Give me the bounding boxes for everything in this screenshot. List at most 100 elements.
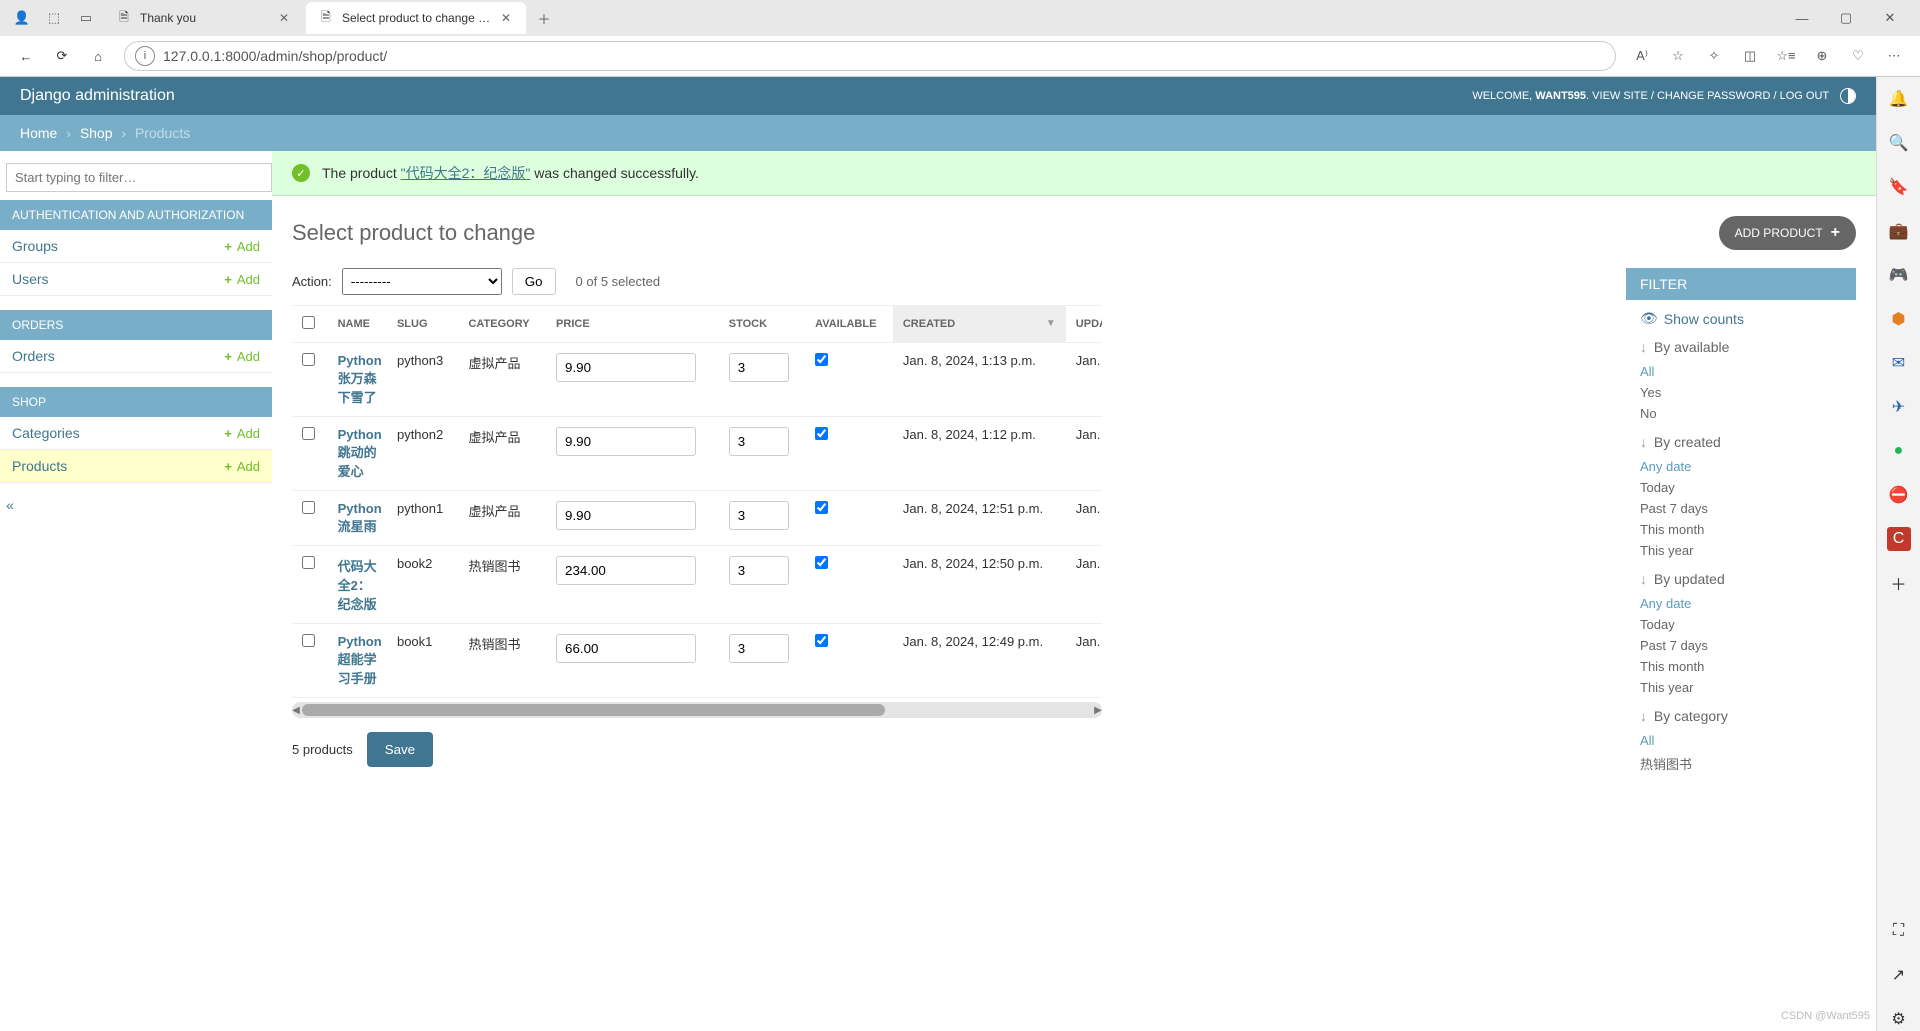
column-header[interactable]: SLUG (387, 306, 459, 343)
add-product-button[interactable]: ADD PRODUCT + (1719, 216, 1856, 250)
tab-django-admin[interactable]: 🗎 Select product to change | Djang ✕ (306, 2, 526, 34)
filter-option[interactable]: All (1640, 733, 1654, 748)
price-input[interactable] (556, 353, 696, 382)
filter-option[interactable]: This month (1640, 659, 1704, 674)
favorites-bar-icon[interactable]: ☆≡ (1768, 38, 1804, 74)
spotify-icon[interactable]: ● (1887, 439, 1911, 463)
price-input[interactable] (556, 556, 696, 585)
office-icon[interactable]: ⬢ (1887, 307, 1911, 331)
settings-icon[interactable]: ⚙ (1887, 1007, 1911, 1031)
tools-icon[interactable]: 💼 (1887, 219, 1911, 243)
product-link[interactable]: Python张万森下雪了 (338, 353, 382, 405)
stock-input[interactable] (729, 353, 789, 382)
column-header[interactable]: STOCK (719, 306, 805, 343)
available-checkbox[interactable] (815, 501, 828, 514)
available-checkbox[interactable] (815, 556, 828, 569)
outlook-icon[interactable]: ✉ (1887, 351, 1911, 375)
filter-group-title[interactable]: ↓ By available (1640, 339, 1842, 355)
add-link[interactable]: + Add (224, 426, 260, 441)
filter-option[interactable]: No (1640, 406, 1657, 421)
stock-input[interactable] (729, 634, 789, 663)
filter-option[interactable]: This year (1640, 543, 1693, 558)
price-input[interactable] (556, 634, 696, 663)
app-caption[interactable]: ORDERS (0, 310, 272, 340)
add-link[interactable]: + Add (224, 349, 260, 364)
stock-input[interactable] (729, 427, 789, 456)
filter-option[interactable]: This year (1640, 680, 1693, 695)
stock-input[interactable] (729, 501, 789, 530)
horizontal-scrollbar[interactable]: ◀ ▶ (292, 702, 1102, 718)
back-button[interactable]: ← (8, 38, 44, 74)
model-link[interactable]: Categories (12, 425, 80, 441)
column-header[interactable] (292, 306, 328, 343)
logout-link[interactable]: LOG OUT (1780, 90, 1829, 102)
select-all-checkbox[interactable] (302, 316, 315, 329)
browser-essentials-icon[interactable]: ♡ (1840, 38, 1876, 74)
price-input[interactable] (556, 501, 696, 530)
price-input[interactable] (556, 427, 696, 456)
available-checkbox[interactable] (815, 427, 828, 440)
tab-thank-you[interactable]: 🗎 Thank you ✕ (104, 2, 304, 34)
view-site-link[interactable]: VIEW SITE (1592, 90, 1648, 102)
column-header[interactable]: AVAILABLE (805, 306, 893, 343)
model-link[interactable]: Products (12, 458, 67, 474)
filter-option[interactable]: Any date (1640, 459, 1691, 474)
product-link[interactable]: Python跳动的爱心 (338, 427, 382, 479)
column-header[interactable]: UPDATED (1066, 306, 1102, 343)
model-link[interactable]: Groups (12, 238, 58, 254)
breadcrumb-home[interactable]: Home (20, 125, 57, 141)
product-link[interactable]: 代码大全2：纪念版 (338, 559, 377, 612)
share-icon[interactable]: ↗ (1887, 963, 1911, 987)
profile-icon[interactable]: 👤 (8, 4, 36, 32)
sidebar-collapse-button[interactable]: « (0, 497, 20, 513)
model-link[interactable]: Users (12, 271, 49, 287)
screenshot-icon[interactable]: ⛶ (1887, 919, 1911, 943)
app-caption[interactable]: AUTHENTICATION AND AUTHORIZATION (0, 200, 272, 230)
shopping-icon[interactable]: 🔖 (1887, 175, 1911, 199)
filter-option[interactable]: Past 7 days (1640, 501, 1708, 516)
show-counts-link[interactable]: 👁 Show counts (1640, 310, 1842, 327)
model-link[interactable]: Orders (12, 348, 55, 364)
notifications-icon[interactable]: 🔔 (1887, 87, 1911, 111)
close-icon[interactable]: ✕ (498, 10, 514, 26)
row-checkbox[interactable] (302, 501, 315, 514)
games-icon[interactable]: 🎮 (1887, 263, 1911, 287)
favorite-icon[interactable]: ☆ (1660, 38, 1696, 74)
app-caption[interactable]: SHOP (0, 387, 272, 417)
save-button[interactable]: Save (367, 732, 433, 767)
add-sidebar-icon[interactable]: ＋ (1887, 571, 1911, 595)
scrollbar-thumb[interactable] (302, 704, 885, 716)
site-info-icon[interactable]: i (135, 46, 155, 66)
extensions-icon[interactable]: ✧ (1696, 38, 1732, 74)
filter-group-title[interactable]: ↓ By category (1640, 708, 1842, 724)
app-c-icon[interactable]: C (1887, 527, 1911, 551)
tab-actions-icon[interactable]: ▭ (72, 4, 100, 32)
product-link[interactable]: Python流星雨 (338, 501, 382, 534)
column-header[interactable]: CATEGORY (458, 306, 546, 343)
send-icon[interactable]: ✈ (1887, 395, 1911, 419)
go-button[interactable]: Go (512, 268, 556, 295)
filter-option[interactable]: All (1640, 364, 1654, 379)
sidebar-filter-input[interactable] (6, 163, 272, 192)
filter-option[interactable]: This month (1640, 522, 1704, 537)
theme-toggle-icon[interactable] (1840, 88, 1856, 104)
search-icon[interactable]: 🔍 (1887, 131, 1911, 155)
workspaces-icon[interactable]: ⬚ (40, 4, 68, 32)
available-checkbox[interactable] (815, 353, 828, 366)
filter-option[interactable]: Yes (1640, 385, 1661, 400)
maximize-icon[interactable]: ▢ (1824, 2, 1868, 34)
more-icon[interactable]: ⋯ (1876, 38, 1912, 74)
available-checkbox[interactable] (815, 634, 828, 647)
url-input[interactable]: i 127.0.0.1:8000/admin/shop/product/ (124, 41, 1616, 71)
refresh-button[interactable]: ⟳ (44, 38, 80, 74)
breadcrumb-shop[interactable]: Shop (80, 125, 113, 141)
filter-option[interactable]: Any date (1640, 596, 1691, 611)
column-header[interactable]: PRICE (546, 306, 719, 343)
row-checkbox[interactable] (302, 353, 315, 366)
filter-option[interactable]: 热销图书 (1640, 757, 1692, 772)
change-password-link[interactable]: CHANGE PASSWORD (1657, 90, 1770, 102)
home-button[interactable]: ⌂ (80, 38, 116, 74)
minimize-icon[interactable]: ― (1780, 2, 1824, 34)
collections-icon[interactable]: ⊕ (1804, 38, 1840, 74)
filter-option[interactable]: Today (1640, 617, 1675, 632)
